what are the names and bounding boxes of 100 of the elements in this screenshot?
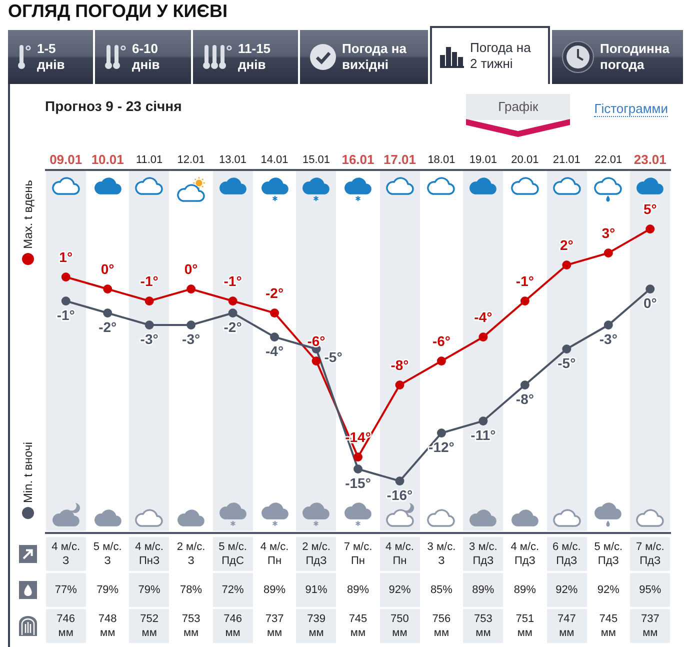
humidity-reading: 89% (472, 583, 494, 597)
thermometer-icon (203, 44, 232, 70)
temperature-label: -2° (266, 285, 284, 301)
cloud-icon (469, 509, 498, 527)
tab[interactable]: 1-5 днів (8, 30, 93, 84)
date-label: 21.01 (552, 152, 580, 168)
data-point (61, 296, 70, 306)
pressure-reading: 737 мм (265, 612, 284, 640)
data-point (312, 344, 321, 354)
cloud-snow-icon (302, 177, 330, 202)
tab[interactable]: 6-10 днів (95, 30, 191, 84)
temperature-label: -12° (428, 439, 454, 455)
temperature-label: -3° (599, 331, 618, 347)
data-point (520, 380, 530, 390)
data-point (646, 224, 655, 234)
humidity-reading: 85% (430, 583, 452, 597)
wind-reading: 3 м/с. ПдЗ (469, 540, 498, 568)
data-point (103, 284, 112, 294)
data-point (270, 332, 280, 342)
temperature-label: -4° (266, 343, 284, 359)
pressure-reading: 753 мм (182, 612, 200, 640)
temperature-label: 0° (100, 261, 114, 277)
wind-reading: 5 м/с. З (93, 540, 122, 568)
cloud-moon-icon (52, 502, 80, 527)
cloud-icon (552, 509, 581, 527)
data-point (562, 260, 572, 270)
temperature-label: 0° (643, 295, 657, 311)
page-title: ОГЛЯД ПОГОДИ У КИЄВІ (8, 0, 228, 23)
barometer-icon (18, 616, 36, 636)
tab[interactable]: Погода на 2 тижні (430, 26, 550, 84)
data-point (228, 308, 238, 318)
temperature-label: 5° (643, 201, 657, 217)
pressure-reading: 751 мм (516, 612, 534, 640)
wind-reading: 6 м/с. ПдЗ (552, 540, 581, 568)
cloud-icon (552, 177, 581, 195)
data-point (186, 284, 196, 294)
bar-chart-icon (440, 44, 464, 68)
pressure-reading: 752 мм (140, 612, 158, 640)
temperature-label: -1° (516, 273, 534, 289)
wind-reading: 3 м/с. З (427, 540, 456, 568)
pressure-reading: 745 мм (599, 612, 618, 640)
view-tab[interactable]: Графік (466, 94, 570, 120)
data-point (520, 296, 530, 306)
humidity-reading: 89% (514, 583, 536, 597)
data-point (103, 308, 112, 318)
water-drop-icon (18, 581, 36, 599)
cloud-icon (510, 177, 539, 195)
tab[interactable]: Погодинна погода (552, 30, 683, 84)
humidity-reading: 79% (138, 583, 160, 597)
humidity-reading: 79% (96, 583, 119, 597)
temperature-label: -11° (470, 427, 496, 443)
data-point (646, 284, 655, 294)
cloud-icon (469, 177, 498, 195)
humidity-reading: 78% (180, 583, 202, 597)
pressure-reading: 737 мм (640, 612, 660, 640)
temperature-label: 1° (59, 249, 73, 265)
humidity-reading: 92% (556, 583, 578, 597)
data-point (478, 332, 488, 342)
view-link[interactable]: Гістограмми (594, 101, 668, 117)
date-label: 14.01 (260, 152, 288, 168)
date-label: 10.01 (91, 152, 124, 168)
clock-icon (562, 41, 594, 73)
temperature-label: -6° (307, 333, 326, 349)
temperature-label: 3° (602, 225, 616, 241)
pressure-reading: 756 мм (432, 612, 451, 640)
cloud-rain-icon (594, 502, 622, 527)
date-label: 15.01 (302, 152, 330, 168)
cloud-sun-icon (177, 177, 206, 202)
wind-reading: 2 м/с. З (176, 540, 206, 568)
temperature-label: 2° (560, 237, 574, 253)
temperature-label: -6° (432, 333, 450, 349)
temperature-label: -3° (140, 331, 158, 347)
temperature-label: -1° (56, 307, 75, 323)
pressure-reading: 746 мм (224, 612, 242, 640)
data-point (562, 344, 572, 354)
humidity-reading: 91% (305, 583, 328, 597)
data-point (144, 296, 154, 306)
pressure-reading: 746 мм (56, 612, 76, 640)
tab[interactable]: 11-15 днів (193, 30, 298, 84)
wind-reading: 7 м/с. Пн (344, 540, 372, 568)
humidity-reading: 89% (264, 583, 286, 597)
date-label: 20.01 (511, 152, 539, 168)
wind-reading: 4 м/с. Пн (386, 540, 414, 568)
pressure-reading: 745 мм (348, 612, 368, 640)
wind-reading: 4 м/с. Пн (260, 540, 289, 568)
date-label: 11.01 (136, 152, 163, 168)
date-label: 23.01 (634, 152, 666, 168)
date-label: 16.01 (342, 152, 374, 168)
cloud-rain-icon (594, 177, 622, 202)
data-point (312, 356, 321, 366)
temperature-label: -3° (182, 331, 200, 347)
wind-reading: 7 м/с. ПдЗ (636, 540, 664, 568)
tab[interactable]: Погода на вихідні (300, 30, 428, 84)
data-point (436, 428, 446, 438)
data-point (144, 320, 154, 330)
cloud-snow-icon (344, 502, 372, 527)
cloud-snow-icon (302, 502, 330, 527)
cloud-icon (135, 177, 164, 195)
cloud-icon (386, 177, 414, 195)
cloud-icon (427, 509, 456, 527)
